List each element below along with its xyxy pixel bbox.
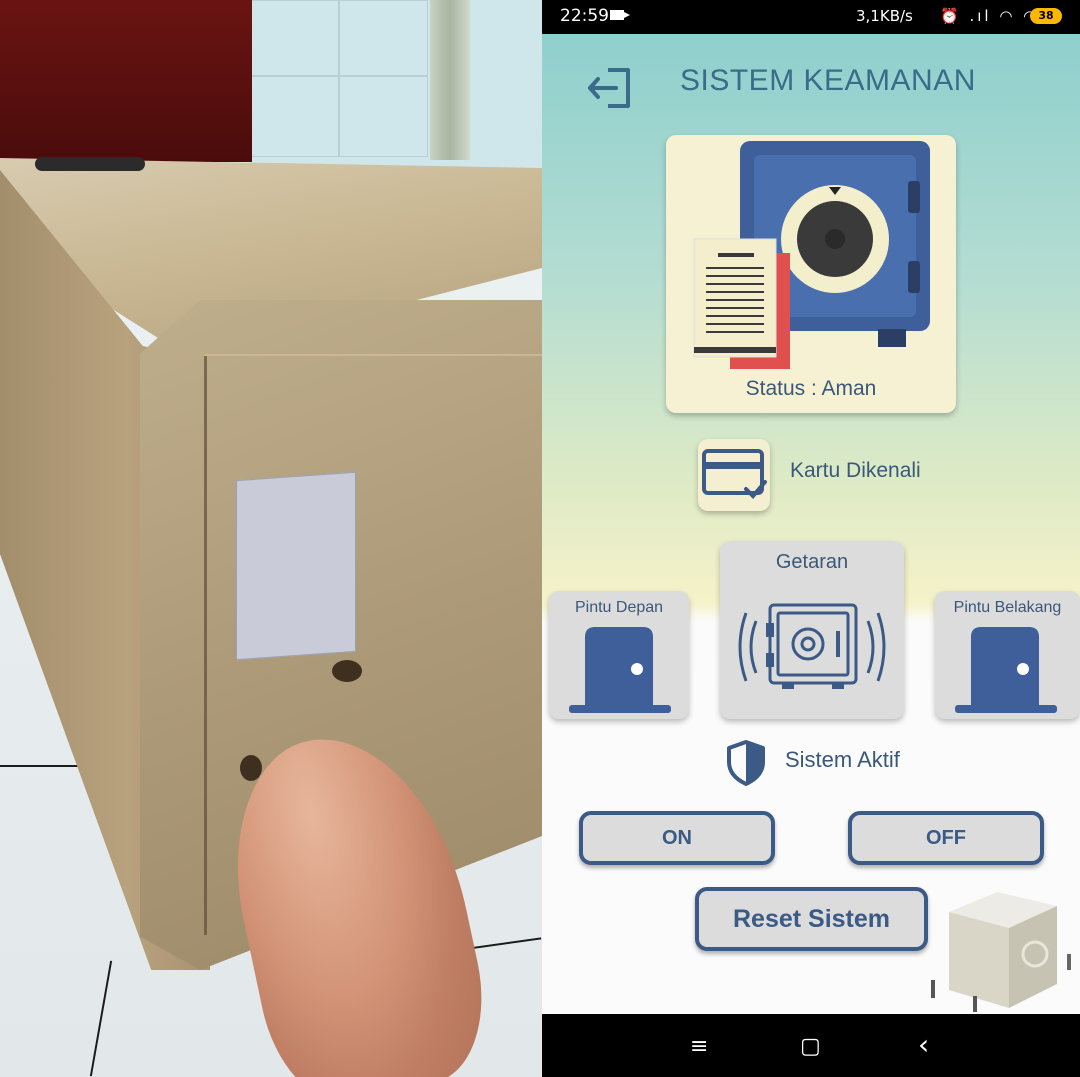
menu-icon[interactable]: ≡	[690, 1034, 708, 1059]
back-door-label: Pintu Belakang	[953, 599, 1062, 616]
logout-icon[interactable]	[586, 66, 634, 110]
battery-icon: 38	[1030, 8, 1062, 24]
camera-photo	[0, 0, 542, 1077]
red-door	[0, 0, 252, 162]
back-icon[interactable]: ‹	[918, 1028, 929, 1061]
network-speed: 3,1KB/s	[856, 7, 913, 25]
keys	[35, 157, 145, 171]
safe-illustration-icon	[693, 141, 930, 369]
card-check-icon	[702, 449, 767, 499]
on-button[interactable]: ON	[579, 811, 775, 865]
marble-column	[430, 0, 470, 160]
decorative-safe-icon	[931, 892, 1071, 1012]
door-icon	[569, 627, 671, 713]
shield-icon	[727, 740, 765, 786]
rfid-reader-card	[236, 471, 356, 661]
page-title: SISTEM KEAMANAN	[680, 64, 976, 97]
vibration-label: Getaran	[775, 551, 849, 573]
reset-system-button[interactable]: Reset Sistem	[695, 887, 928, 951]
front-door-label: Pintu Depan	[574, 599, 664, 616]
nav-bar: ≡ ▢ ‹	[542, 1014, 1080, 1077]
home-icon[interactable]: ▢	[800, 1034, 821, 1059]
clock: 22:59	[560, 6, 609, 26]
card-status-label: Kartu Dikenali	[790, 459, 921, 482]
video-camera-icon	[610, 10, 630, 20]
card-status-tile	[698, 439, 770, 511]
vibrating-safe-icon	[738, 603, 886, 689]
status-bar: 22:59 3,1KB/s ⏰ .ıl ◠ ◠ 38	[542, 0, 1080, 34]
off-button[interactable]: OFF	[848, 811, 1044, 865]
door-icon	[955, 627, 1057, 713]
status-card: Status : Aman	[666, 135, 956, 413]
phone-screen: 22:59 3,1KB/s ⏰ .ıl ◠ ◠ 38 SISTEM KEAMAN…	[542, 0, 1080, 1077]
wall-tiles	[250, 0, 542, 170]
front-door-panel: Pintu Depan	[549, 591, 689, 719]
app-content: SISTEM KEAMANAN Status: Aman Kartu Dike…	[542, 34, 1080, 1014]
system-status-label: Sistem Aktif	[785, 747, 900, 772]
vibration-panel: Getaran	[720, 541, 904, 719]
signal-wifi-icons: ⏰ .ıl ◠ ◠	[940, 7, 1040, 25]
back-door-panel: Pintu Belakang	[935, 591, 1080, 719]
security-status: Status : Aman	[745, 377, 877, 400]
